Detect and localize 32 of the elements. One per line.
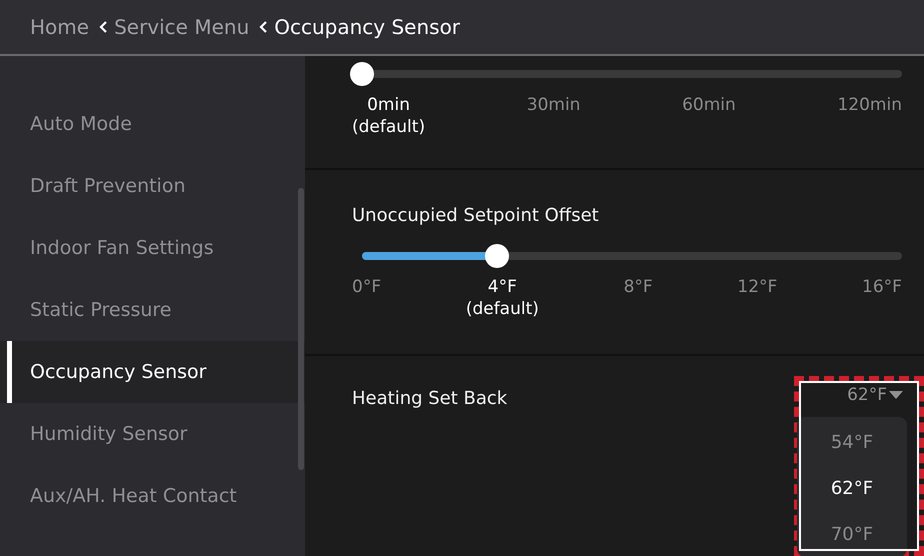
- chevron-left-icon: [259, 21, 268, 33]
- slider-thumb[interactable]: [350, 62, 374, 86]
- sidebar-item[interactable]: Draft Prevention: [0, 155, 305, 217]
- sidebar-item[interactable]: Static Pressure: [0, 279, 305, 341]
- tick-label: 16°F: [862, 276, 902, 298]
- tick-label: 12°F: [737, 276, 778, 298]
- chevron-left-icon: [99, 21, 108, 33]
- sidebar-item[interactable]: Indoor Fan Settings: [0, 217, 305, 279]
- sidebar-item[interactable]: Aux/AH. Heat Contact: [0, 465, 305, 527]
- tick-label: 60min: [682, 94, 736, 117]
- caret-icon: [889, 391, 903, 399]
- dropdown-option[interactable]: 62°F: [830, 465, 874, 511]
- tick-label: 0°F: [352, 276, 382, 298]
- sidebar-item[interactable]: Occupancy Sensor: [0, 341, 305, 403]
- sidebar-item[interactable]: Auto Mode: [0, 93, 305, 155]
- tick-label: 30min: [526, 94, 580, 117]
- setting-title: Heating Set Back: [352, 388, 508, 409]
- sidebar-item[interactable]: Humidity Sensor: [0, 403, 305, 465]
- tick-label: 0min (default): [352, 94, 426, 138]
- dropdown-option[interactable]: 70°F: [830, 511, 874, 556]
- breadcrumb-link[interactable]: Service Menu: [114, 15, 250, 39]
- setting-title: Unoccupied Setpoint Offset: [352, 204, 600, 226]
- slider-thumb[interactable]: [485, 244, 509, 268]
- tick-label: 8°F: [624, 276, 653, 298]
- breadcrumb-link[interactable]: Home: [30, 15, 90, 39]
- tick-label: 120min: [837, 94, 902, 117]
- selection-indicator: [7, 341, 12, 403]
- scrollbar[interactable]: [298, 188, 304, 470]
- dropdown-option[interactable]: 54°F: [830, 419, 874, 465]
- dropdown[interactable]: 62°F: [847, 385, 903, 405]
- tick-label: 4°F (default): [466, 276, 539, 320]
- breadcrumb-link[interactable]: Occupancy Sensor: [274, 15, 460, 39]
